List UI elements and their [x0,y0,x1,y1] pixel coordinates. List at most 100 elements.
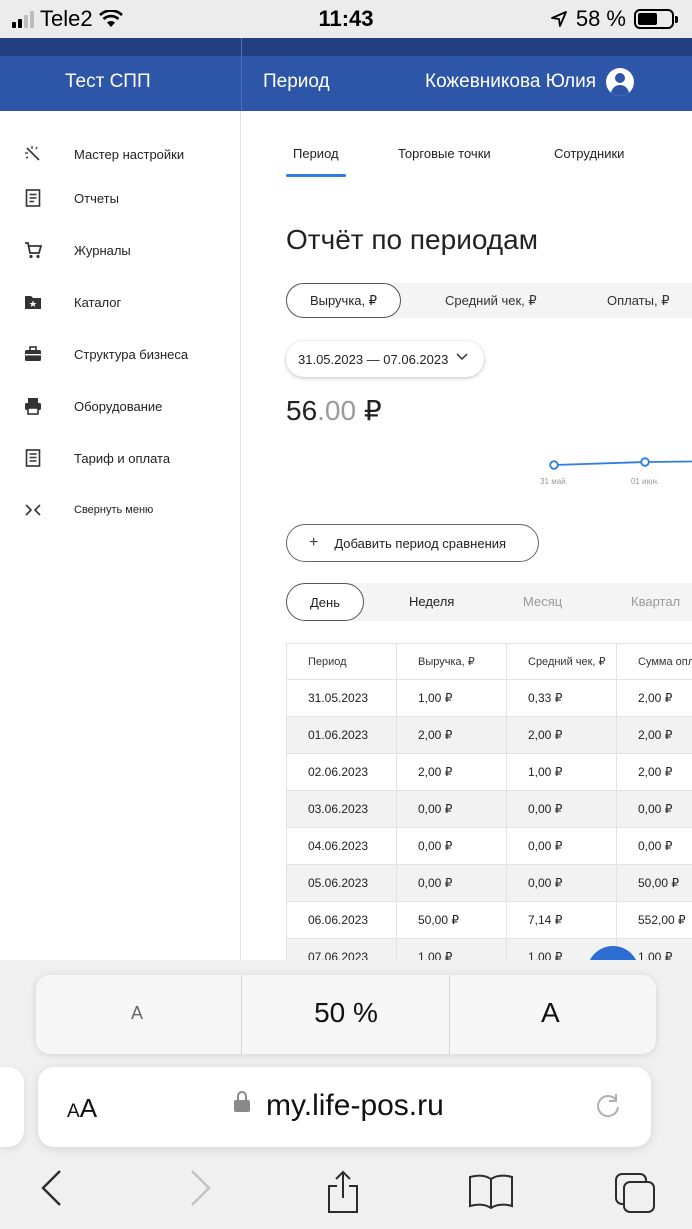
bookmarks-icon[interactable] [468,1173,514,1209]
printer-icon [24,397,42,415]
add-compare-label: Добавить период сравнения [334,535,507,551]
column-header[interactable]: Сумма опл [616,644,692,679]
user-avatar-icon[interactable] [606,68,634,96]
sidebar-item-label: Каталог [74,294,122,310]
column-header[interactable]: Средний чек, ₽ [506,644,616,679]
sidebar-item-label: Оборудование [74,398,163,414]
table-cell: 02.06.2023 [286,754,396,790]
table-cell: 05.06.2023 [286,865,396,901]
battery-level [638,13,657,25]
table-cell: 50,00 ₽ [616,865,692,901]
table-cell: 01.06.2023 [286,717,396,753]
granularity-quarter-button[interactable]: Квартал [631,594,680,609]
sidebar-item-label: Структура бизнеса [74,346,189,362]
sidebar-item-equipment[interactable]: Оборудование [0,388,241,424]
app-header: Тест СПП Период Кожевникова Юлия [0,38,692,111]
address-bar[interactable]: AA my.life-pos.ru [38,1067,651,1147]
table-cell: 06.06.2023 [286,902,396,938]
table-row: 03.06.2023 0,00 ₽ 0,00 ₽ 0,00 ₽ [286,791,692,828]
metric-payments-button[interactable]: Оплаты, ₽ [607,293,669,309]
sidebar-item-label: Журналы [74,242,131,258]
table-cell: 2,00 ₽ [616,680,692,716]
sidebar-item-tariff[interactable]: Тариф и оплата [0,440,241,476]
table-row: 01.06.2023 2,00 ₽ 2,00 ₽ 2,00 ₽ [286,717,692,754]
table-cell: 2,00 ₽ [616,754,692,790]
table-cell: 1,00 ₽ [506,754,616,790]
user-name[interactable]: Кожевникова Юлия [425,71,596,93]
total-currency: ₽ [356,395,382,426]
header-section-title: Период [263,71,330,92]
sidebar-item-collapse[interactable]: Свернуть меню [0,492,241,528]
reload-icon[interactable] [593,1091,623,1128]
data-point[interactable] [549,460,559,470]
table-cell: 1,00 ₽ [396,680,506,716]
table-cell: 31.05.2023 [286,680,396,716]
aa-large-letter: A [79,1093,98,1123]
aa-small-letter: A [67,1101,80,1122]
status-right: 58 % [550,6,678,32]
column-header[interactable]: Выручка, ₽ [396,644,506,679]
magic-wand-icon [24,145,42,163]
company-name[interactable]: Тест СПП [65,71,151,93]
forward-icon[interactable] [190,1168,212,1217]
table-cell: 2,00 ₽ [506,717,616,753]
date-range-value: 31.05.2023 — 07.06.2023 [298,351,449,367]
x-tick-label: 01 июн. [631,477,659,486]
tab-outlets[interactable]: Торговые точки [398,146,491,161]
collapse-icon [24,501,42,519]
data-point[interactable] [640,457,650,467]
metric-revenue-button[interactable]: Выручка, ₽ [286,283,401,318]
table-cell: 03.06.2023 [286,791,396,827]
table-row: 06.06.2023 50,00 ₽ 7,14 ₽ 552,00 ₽ [286,902,692,939]
table-cell: 0,00 ₽ [396,865,506,901]
metric-avg-check-button[interactable]: Средний чек, ₽ [445,293,537,309]
page-settings-button[interactable]: AA [67,1093,97,1124]
sidebar: Мастер настройки Отчеты Журналы Каталог … [0,111,241,981]
sidebar-item-business-structure[interactable]: Структура бизнеса [0,336,241,372]
share-icon[interactable] [326,1170,360,1214]
date-range-dropdown[interactable]: 31.05.2023 — 07.06.2023 [286,341,484,377]
table-row: 05.06.2023 0,00 ₽ 0,00 ₽ 50,00 ₽ [286,865,692,902]
decrease-text-button[interactable]: A [131,1003,143,1024]
cart-icon [24,241,42,259]
sidebar-item-label: Тариф и оплата [74,450,171,466]
table-row: 02.06.2023 2,00 ₽ 1,00 ₽ 2,00 ₽ [286,754,692,791]
column-header[interactable]: Период [286,644,396,679]
sidebar-item-setup-wizard[interactable]: Мастер настройки [0,136,241,172]
x-tick-label: 31 май. [540,477,568,486]
table-cell: 0,33 ₽ [506,680,616,716]
sidebar-item-catalog[interactable]: Каталог [0,284,241,320]
granularity-day-button[interactable]: День [286,583,364,621]
total-value: 56.00 ₽ [286,394,382,427]
table-cell: 0,00 ₽ [506,828,616,864]
granularity-week-button[interactable]: Неделя [409,594,454,609]
table-cell: 2,00 ₽ [396,717,506,753]
sidebar-item-reports[interactable]: Отчеты [0,180,241,216]
granularity-month-button[interactable]: Месяц [523,594,562,609]
increase-text-button[interactable]: A [541,997,560,1029]
table-header-row: Период Выручка, ₽ Средний чек, ₽ Сумма о… [286,644,692,680]
sidebar-item-label: Свернуть меню [74,504,154,516]
table-cell: 2,00 ₽ [616,717,692,753]
tab-employees[interactable]: Сотрудники [554,146,624,161]
total-integer: 56 [286,395,318,426]
add-compare-button[interactable]: + Добавить период сравнения [286,524,539,562]
battery-icon [634,9,678,29]
battery-label: 58 % [575,6,626,31]
tabs-icon[interactable] [614,1172,656,1214]
table-cell: 552,00 ₽ [616,902,692,938]
table-cell: 0,00 ₽ [506,865,616,901]
series-line [553,460,692,466]
url-text[interactable]: my.life-pos.ru [266,1089,444,1123]
chevron-down-icon [456,350,468,364]
table-cell: 50,00 ₽ [396,902,506,938]
zoom-level[interactable]: 50 % [242,997,450,1029]
header-divider [241,38,242,111]
table-cell: 2,00 ₽ [396,754,506,790]
previous-tab-edge[interactable] [0,1067,24,1147]
tab-period[interactable]: Период [293,146,339,161]
back-icon[interactable] [40,1168,62,1217]
table-cell: 0,00 ₽ [616,791,692,827]
sidebar-item-journals[interactable]: Журналы [0,232,241,268]
table-cell: 0,00 ₽ [396,828,506,864]
